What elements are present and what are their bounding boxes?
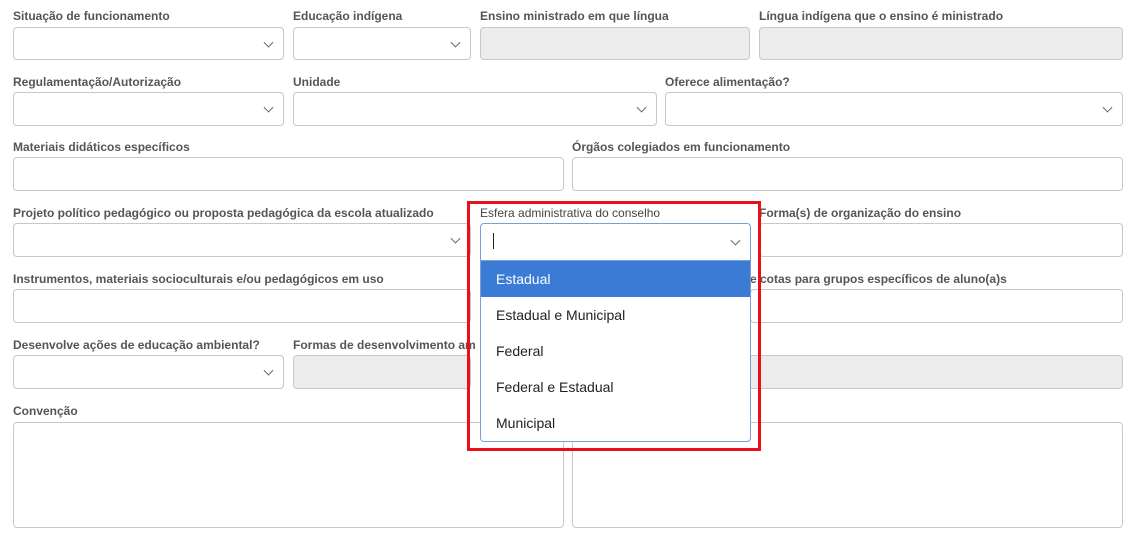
cotas-input[interactable] bbox=[750, 289, 1123, 323]
esfera-select[interactable] bbox=[480, 223, 751, 261]
materiais-input[interactable] bbox=[13, 157, 564, 191]
cotas-label: e cotas para grupos específicos de aluno… bbox=[750, 272, 1007, 286]
unidade-select[interactable] bbox=[293, 92, 657, 126]
projeto-label: Projeto político pedagógico ou proposta … bbox=[13, 206, 434, 220]
text-cursor bbox=[493, 233, 494, 249]
chevron-down-icon bbox=[1102, 102, 1113, 113]
alimentacao-label: Oferece alimentação? bbox=[665, 75, 790, 89]
educacao-ambiental-select[interactable] bbox=[13, 355, 284, 389]
ensino-lingua-field bbox=[480, 27, 750, 60]
alimentacao-select[interactable] bbox=[665, 92, 1123, 126]
projeto-select[interactable] bbox=[13, 223, 471, 257]
educacao-indigena-label: Educação indígena bbox=[293, 9, 403, 23]
convencao-label: Convenção bbox=[13, 404, 78, 418]
esfera-label: Esfera administrativa do conselho bbox=[480, 206, 661, 220]
chevron-down-icon bbox=[450, 233, 461, 244]
option-federal-estadual[interactable]: Federal e Estadual bbox=[481, 369, 750, 405]
chevron-down-icon bbox=[263, 37, 274, 48]
lingua-indigena-field bbox=[759, 27, 1123, 60]
option-estadual[interactable]: Estadual bbox=[481, 261, 750, 297]
option-estadual-municipal[interactable]: Estadual e Municipal bbox=[481, 297, 750, 333]
chevron-down-icon bbox=[636, 102, 647, 113]
formas-desenvolvimento-label: Formas de desenvolvimento am bbox=[293, 338, 476, 352]
formas-desenvolvimento-field bbox=[293, 355, 471, 389]
situacao-select[interactable] bbox=[13, 27, 284, 60]
regulamentacao-label: Regulamentação/Autorização bbox=[13, 75, 182, 89]
formas-desenvolvimento-field-right bbox=[750, 355, 1123, 389]
chevron-down-icon bbox=[450, 37, 461, 48]
materiais-label: Materiais didáticos específicos bbox=[13, 140, 190, 154]
option-federal[interactable]: Federal bbox=[481, 333, 750, 369]
educacao-indigena-select[interactable] bbox=[293, 27, 471, 60]
regulamentacao-select[interactable] bbox=[13, 92, 284, 126]
educacao-ambiental-label: Desenvolve ações de educação ambiental? bbox=[13, 338, 260, 352]
esfera-dropdown-list: Estadual Estadual e Municipal Federal Fe… bbox=[480, 261, 751, 442]
forma-org-label: Forma(s) de organização do ensino bbox=[759, 206, 962, 220]
instrumentos-input[interactable] bbox=[13, 289, 471, 323]
chevron-down-icon bbox=[263, 365, 274, 376]
orgaos-label: Órgãos colegiados em funcionamento bbox=[572, 140, 791, 154]
orgaos-input[interactable] bbox=[572, 157, 1123, 191]
chevron-down-icon bbox=[263, 102, 274, 113]
lingua-indigena-label: Língua indígena que o ensino é ministrad… bbox=[759, 9, 1004, 23]
ensino-lingua-label: Ensino ministrado em que língua bbox=[480, 9, 669, 23]
instrumentos-label: Instrumentos, materiais socioculturais e… bbox=[13, 272, 384, 286]
situacao-label: Situação de funcionamento bbox=[13, 9, 170, 23]
option-municipal[interactable]: Municipal bbox=[481, 405, 750, 441]
forma-org-input[interactable] bbox=[759, 223, 1123, 257]
chevron-down-icon bbox=[730, 235, 741, 246]
unidade-label: Unidade bbox=[293, 75, 341, 89]
